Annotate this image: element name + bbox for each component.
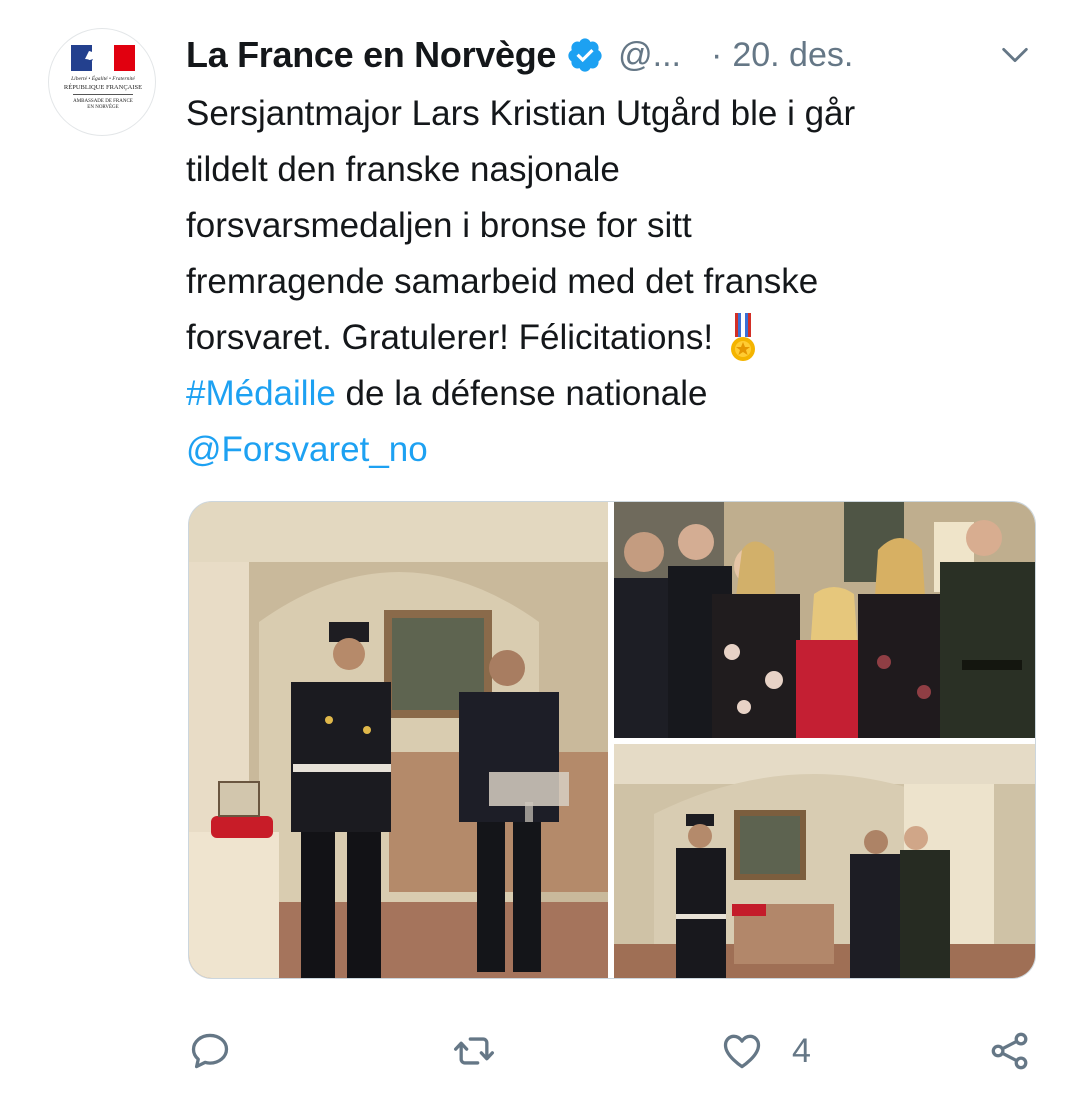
tweet-header: La France en Norvège @... · 20. des. [186,30,853,80]
avatar-embassy: AMBASSADE DE FRANCE EN NORVÈGE [57,99,149,112]
separator: · [711,35,723,74]
chevron-down-icon[interactable] [998,38,1032,72]
hashtag-link[interactable]: #Médaille [186,374,336,413]
heart-icon [723,1034,761,1069]
avatar-divider [73,94,133,95]
tweet-line-4: fremragende samarbeid med det franske [186,262,819,301]
avatar[interactable]: Liberté • Égalité • Fraternité RÉPUBLIQU… [48,28,156,136]
tweet-line-2: tildelt den franske nasjonale [186,150,620,189]
photo-ceremony-speech[interactable] [189,502,608,978]
tweet-line-5-container: forsvaret. Gratulerer! Félicitations! [186,310,1006,366]
photo-group-portrait[interactable] [614,502,1035,738]
avatar-motto: Liberté • Égalité • Fraternité [71,76,135,82]
action-bar: 4 [0,1016,1080,1086]
retweet-button[interactable] [452,1016,496,1086]
like-count: 4 [792,1031,811,1070]
display-name[interactable]: La France en Norvège [186,34,556,76]
share-icon [991,1032,1028,1070]
tweet-line-7: @Forsvaret_no [186,422,1006,478]
avatar-embassy-line-2: EN NORVÈGE [87,105,119,111]
retweet-icon [454,1037,494,1065]
media-grid [188,501,1036,979]
mention-link[interactable]: @Forsvaret_no [186,430,428,469]
timestamp[interactable]: 20. des. [732,36,853,75]
tweet-line-1: Sersjantmajor Lars Kristian Utgård ble i… [186,94,856,133]
verified-badge-icon [568,38,602,72]
tweet-text: Sersjantmajor Lars Kristian Utgård ble i… [186,86,1006,478]
tweet-line-3: forsvarsmedaljen i bronse for sitt [186,206,692,245]
french-flag-logo [71,45,135,71]
reply-icon [191,1033,229,1069]
like-button[interactable]: 4 [720,1016,811,1086]
handle[interactable]: @... [618,36,681,75]
avatar-republic: RÉPUBLIQUE FRANÇAISE [63,84,143,91]
military-medal-emoji-icon [731,313,756,361]
photo-medal-presentation[interactable] [614,744,1035,978]
tweet-line-5: forsvaret. Gratulerer! Félicitations! [186,318,714,357]
tweet-line-6: #Médaille de la défense nationale [186,366,1006,422]
tweet-card[interactable]: Liberté • Égalité • Fraternité RÉPUBLIQU… [0,0,1080,1100]
hashtag-rest: de la défense nationale [335,374,708,413]
share-button[interactable] [988,1016,1032,1086]
reply-button[interactable] [188,1016,232,1086]
